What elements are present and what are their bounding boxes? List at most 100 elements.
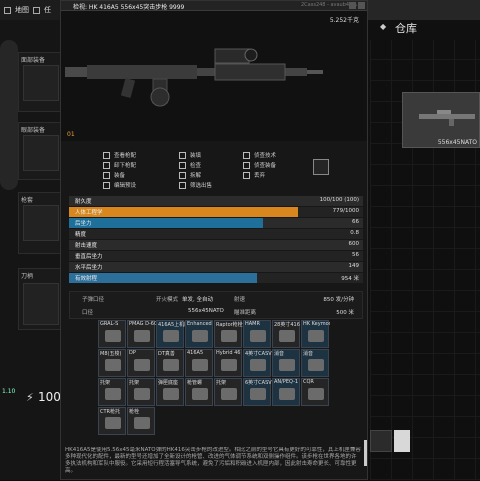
action-label: 拆解 <box>190 173 202 179</box>
stat-label: 水平后坐力 <box>75 265 103 271</box>
mod-label: 28英寸416 <box>274 322 300 328</box>
action-scout-gear[interactable]: 侦查装备 <box>243 161 276 169</box>
mod-label: 4英寸CASV <box>245 351 272 357</box>
tasks-icon[interactable] <box>33 6 40 14</box>
mod-part-icon <box>134 359 150 371</box>
mod-slot[interactable]: 6英寸CASV <box>243 378 272 406</box>
mod-slot[interactable]: 托架 <box>127 378 155 406</box>
nav-map[interactable]: 地图 <box>15 5 29 15</box>
stat-bar-fill <box>69 207 299 217</box>
mod-slot[interactable]: AN/PEQ-1 <box>272 378 300 406</box>
warehouse-item[interactable] <box>370 430 392 452</box>
grid-icon <box>103 161 110 169</box>
mod-slot[interactable]: 416A5 <box>185 349 213 377</box>
weapon-preview[interactable]: 5.252千克 01 <box>61 11 367 141</box>
top-nav: 地图 任 <box>0 0 62 20</box>
mod-part-icon <box>105 417 121 429</box>
mod-slot[interactable]: PMAG D-60 <box>127 320 156 348</box>
description-scrollbar[interactable] <box>364 440 367 466</box>
mod-label: Enhanced <box>187 321 212 327</box>
mod-slot[interactable]: 托架 <box>98 378 126 406</box>
face-slot[interactable]: 面部装备 <box>18 52 62 112</box>
stat-row: 人体工程学 779/1000 <box>69 207 363 217</box>
mod-slot[interactable]: M8(五梭) <box>98 349 126 377</box>
action-view-mods[interactable]: 查看枪配 <box>103 151 136 159</box>
action-edit-preset[interactable]: 编辑预设 <box>103 181 136 189</box>
mod-slot[interactable]: 枪栓 <box>127 407 155 435</box>
rifle-thumbnail-icon <box>419 110 475 126</box>
mod-part-icon <box>163 359 179 371</box>
balaclava-item[interactable] <box>23 65 59 101</box>
eyewear-item[interactable] <box>23 135 59 171</box>
warehouse-item[interactable] <box>394 430 410 452</box>
pistol-item[interactable] <box>23 205 59 241</box>
melee-slot[interactable]: 刀柄 <box>18 268 62 330</box>
mod-part-icon <box>134 417 150 429</box>
mod-slot[interactable]: 416A5上机匣 <box>156 320 185 348</box>
mod-slot[interactable]: CQR <box>301 378 329 406</box>
ammo-label: 口径 <box>82 310 94 316</box>
mod-part-icon <box>221 359 237 371</box>
caliber-label: 子弹口径 <box>82 297 105 303</box>
action-load[interactable]: 装填 <box>179 151 201 159</box>
face-slot-label: 面部装备 <box>21 57 46 64</box>
stat-value: 66 <box>352 219 359 225</box>
holster-slot[interactable]: 枪套 <box>18 192 62 254</box>
mod-part-icon <box>221 388 237 400</box>
mod-part-icon <box>250 330 266 342</box>
action-inspect[interactable]: 检查 <box>179 161 201 169</box>
mod-part-icon <box>221 330 237 342</box>
mod-slot[interactable]: HAMR <box>243 320 271 348</box>
eyewear-slot[interactable]: 眼部装备 <box>18 122 62 180</box>
info-icon[interactable] <box>349 2 356 9</box>
stat-value: 779/1000 <box>332 208 359 214</box>
expand-icon[interactable]: ◆ <box>380 22 386 31</box>
mod-slot[interactable]: Raptor枪栓 <box>214 320 243 348</box>
mod-slot[interactable]: DP <box>127 349 155 377</box>
stat-label: 精度 <box>75 232 87 238</box>
mod-grid: GRAL-SPMAG D-60416A5上机匣EnhancedRaptor枪栓H… <box>98 320 330 435</box>
mod-slot[interactable]: 枪管螺 <box>185 378 213 406</box>
stats-list: 耐久度 100/100 (100) 人体工程学 779/1000 后坐力 66 精度 0.8 射… <box>69 196 363 284</box>
mod-slot[interactable]: 消音 <box>301 349 329 377</box>
mod-slot[interactable]: 28英寸416 <box>272 320 300 348</box>
action-equip[interactable]: 装备 <box>103 171 125 179</box>
stat-bar-fill <box>69 218 264 228</box>
character-silhouette <box>0 40 18 190</box>
action-disassemble[interactable]: 拆解 <box>179 171 201 179</box>
warehouse-rifle-item[interactable]: 556x45NATO <box>402 92 480 148</box>
mod-slot[interactable]: 消音 <box>272 349 300 377</box>
action-label: 侦查装备 <box>254 163 277 169</box>
mod-label: CQR <box>303 379 314 385</box>
mod-part-icon <box>279 330 295 342</box>
action-scout-tech[interactable]: 侦查技术 <box>243 151 276 159</box>
mod-slot[interactable]: CTR枪托 <box>98 407 126 435</box>
action-remove-mods[interactable]: 卸下枪配 <box>103 161 136 169</box>
stat-value: 0.8 <box>350 230 359 236</box>
map-icon[interactable] <box>4 6 11 14</box>
nodes-icon <box>243 151 250 159</box>
mod-slot[interactable]: HK Keymod <box>301 320 330 348</box>
mod-slot[interactable]: DT真善 <box>156 349 184 377</box>
mod-slot[interactable]: 弹匣底座 <box>156 378 184 406</box>
stat-row: 有效射程 954 米 <box>69 273 363 283</box>
action-filter-sell[interactable]: 筛选出售 <box>179 181 212 189</box>
action-discard[interactable]: 丢弃 <box>243 171 265 179</box>
mod-slot[interactable]: Enhanced <box>185 320 213 348</box>
mod-slot[interactable]: 4英寸CASV <box>243 349 272 377</box>
close-icon[interactable] <box>358 2 365 9</box>
mod-label: 消音 <box>274 351 285 357</box>
mod-slot[interactable]: GRAL-S <box>98 320 126 348</box>
mod-slot[interactable]: 托架 <box>214 378 242 406</box>
mod-label: 416A5上机匣 <box>158 322 185 328</box>
stat-row: 精度 0.8 <box>69 229 363 239</box>
mod-slot[interactable]: Hybrid 46 <box>214 349 242 377</box>
window-titlebar[interactable]: 检视: HK 416A5 556x45突击步枪 9999 2Cass248 - … <box>61 1 367 11</box>
action-label: 编辑预设 <box>114 183 137 189</box>
axe-item[interactable] <box>23 283 59 325</box>
stat-value: 954 米 <box>341 276 359 282</box>
nav-tasks[interactable]: 任 <box>44 5 51 15</box>
action-label: 检查 <box>190 163 202 169</box>
settings-gear-icon[interactable] <box>313 159 329 175</box>
stat-value: 56 <box>352 252 359 258</box>
